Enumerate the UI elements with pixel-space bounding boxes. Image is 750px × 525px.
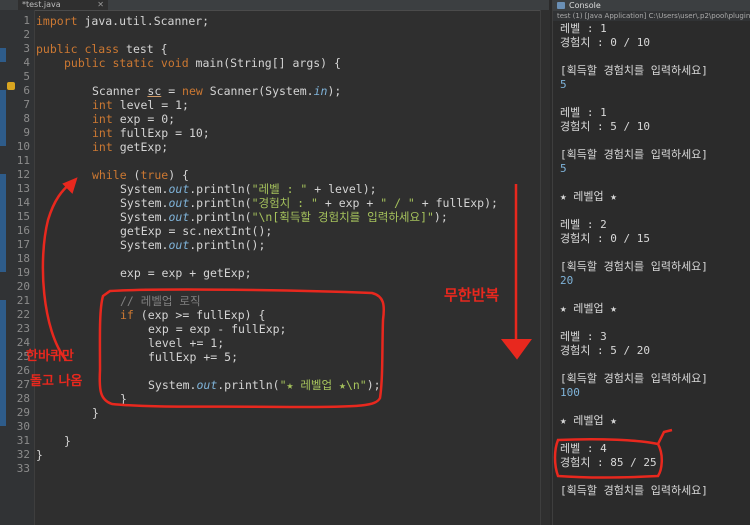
line-number: 10 <box>16 140 30 153</box>
console-line: 레벨 : 4 <box>560 442 607 455</box>
console-line: [획득할 경험치를 입력하세요] <box>560 484 708 497</box>
annotation-once-only-1: 한바퀴만 <box>26 349 74 364</box>
console-line: 20 <box>560 274 574 287</box>
line-number: 15 <box>16 210 30 223</box>
code-line-4: public static void main(String[] args) { <box>64 56 341 70</box>
console-line: [획득할 경험치를 입력하세요] <box>560 260 708 273</box>
console-line: [획득할 경험치를 입력하세요] <box>560 372 708 385</box>
console-line: [획득할 경험치를 입력하세요] <box>560 148 708 161</box>
code-line-12: while (true) { <box>92 168 189 182</box>
line-number: 21 <box>16 294 30 307</box>
code-area[interactable]: import java.util.Scanner; public class t… <box>36 10 548 525</box>
console-line: 100 <box>560 386 580 399</box>
console-icon <box>557 2 565 9</box>
code-line-3: public class test { <box>36 42 168 56</box>
console-line: ★ 레벨업 ★ <box>560 302 617 315</box>
line-number: 14 <box>16 196 30 209</box>
console-line: 경험치 : 0 / 10 <box>560 36 650 49</box>
editor-tab-label: *test.java <box>22 0 61 9</box>
code-line-24: level += 1; <box>148 336 225 350</box>
code-line-31: } <box>64 434 71 448</box>
line-number: 23 <box>16 322 30 335</box>
code-line-22: if (exp >= fullExp) { <box>120 308 266 322</box>
code-line-25: fullExp += 5; <box>148 350 239 364</box>
code-line-6: Scanner sc = new Scanner(System.in); <box>92 84 342 98</box>
code-editor[interactable]: *test.java ✕ 1 2 3 4 5 6 7 8 9 10 11 12 13 14 15 16 17 18… <box>0 0 550 525</box>
console-tab[interactable]: Console <box>553 0 750 11</box>
line-number: 18 <box>16 252 30 265</box>
console-line: 경험치 : 5 / 10 <box>560 120 650 133</box>
line-number: 5 <box>23 70 30 83</box>
line-number: 20 <box>16 280 30 293</box>
editor-tab[interactable]: *test.java ✕ <box>18 0 108 10</box>
line-number: 12 <box>16 168 30 181</box>
line-number: 13 <box>16 182 30 195</box>
line-number: 29 <box>16 406 30 419</box>
line-number: 3 <box>23 42 30 55</box>
code-line-29: } <box>92 406 99 420</box>
line-number: 2 <box>23 28 30 41</box>
console-line: 5 <box>560 78 567 91</box>
console-tab-label: Console <box>569 1 601 10</box>
line-number: 22 <box>16 308 30 321</box>
code-line-15: System.out.println("\n[획득할 경험치를 입력하세요]")… <box>120 210 448 224</box>
line-number: 1 <box>23 14 30 27</box>
code-line-28: } <box>120 392 127 406</box>
console-line: 레벨 : 1 <box>560 106 607 119</box>
line-number: 16 <box>16 224 30 237</box>
console-line: 경험치 : 85 / 25 <box>560 456 657 469</box>
console-panel[interactable]: Console test (1) [Java Application] C:\U… <box>552 0 750 525</box>
line-number: 8 <box>23 112 30 125</box>
line-number: 11 <box>16 154 30 167</box>
console-line: 레벨 : 1 <box>560 22 607 35</box>
line-number: 32 <box>16 448 30 461</box>
code-line-7: int level = 1; <box>92 98 189 112</box>
line-number: 4 <box>23 56 30 69</box>
console-line: 레벨 : 3 <box>560 330 607 343</box>
console-status: test (1) [Java Application] C:\Users\use… <box>553 11 750 21</box>
console-line: 레벨 : 2 <box>560 218 607 231</box>
editor-scrollbar[interactable] <box>540 10 550 525</box>
code-line-32: } <box>36 448 43 462</box>
code-line-27: System.out.println("★ 레벨업 ★\n"); <box>148 378 381 392</box>
code-line-23: exp = exp - fullExp; <box>148 322 287 336</box>
code-line-14: System.out.println("경험치 : " + exp + " / … <box>120 196 498 210</box>
line-number: 30 <box>16 420 30 433</box>
code-line-9: int fullExp = 10; <box>92 126 210 140</box>
line-number: 9 <box>23 126 30 139</box>
code-line-8: int exp = 0; <box>92 112 176 126</box>
line-number: 7 <box>23 98 30 111</box>
line-number: 28 <box>16 392 30 405</box>
code-line-17: System.out.println(); <box>120 238 266 252</box>
code-line-19: exp = exp + getExp; <box>120 266 252 280</box>
line-number: 27 <box>16 378 30 391</box>
line-number: 26 <box>16 364 30 377</box>
code-line-16: getExp = sc.nextInt(); <box>120 224 273 238</box>
line-number: 33 <box>16 462 30 475</box>
console-line: 경험치 : 0 / 15 <box>560 232 650 245</box>
line-number: 19 <box>16 266 30 279</box>
console-line: 5 <box>560 162 567 175</box>
line-number: 6 <box>23 84 30 97</box>
line-number: 31 <box>16 434 30 447</box>
annotation-once-only-2: 돌고 나옴 <box>30 374 83 389</box>
line-number: 17 <box>16 238 30 251</box>
code-line-21: // 레벨업 로직 <box>120 294 201 308</box>
console-line: ★ 레벨업 ★ <box>560 190 617 203</box>
console-line: [획득할 경험치를 입력하세요] <box>560 64 708 77</box>
code-line-13: System.out.println("레벨 : " + level); <box>120 182 377 196</box>
console-line: ★ 레벨업 ★ <box>560 414 617 427</box>
annotation-infinite-loop: 무한반복 <box>444 286 500 304</box>
console-line: 경험치 : 5 / 20 <box>560 344 650 357</box>
close-icon[interactable]: ✕ <box>97 0 104 10</box>
code-line-10: int getExp; <box>92 140 169 154</box>
code-line-1: import java.util.Scanner; <box>36 14 210 28</box>
